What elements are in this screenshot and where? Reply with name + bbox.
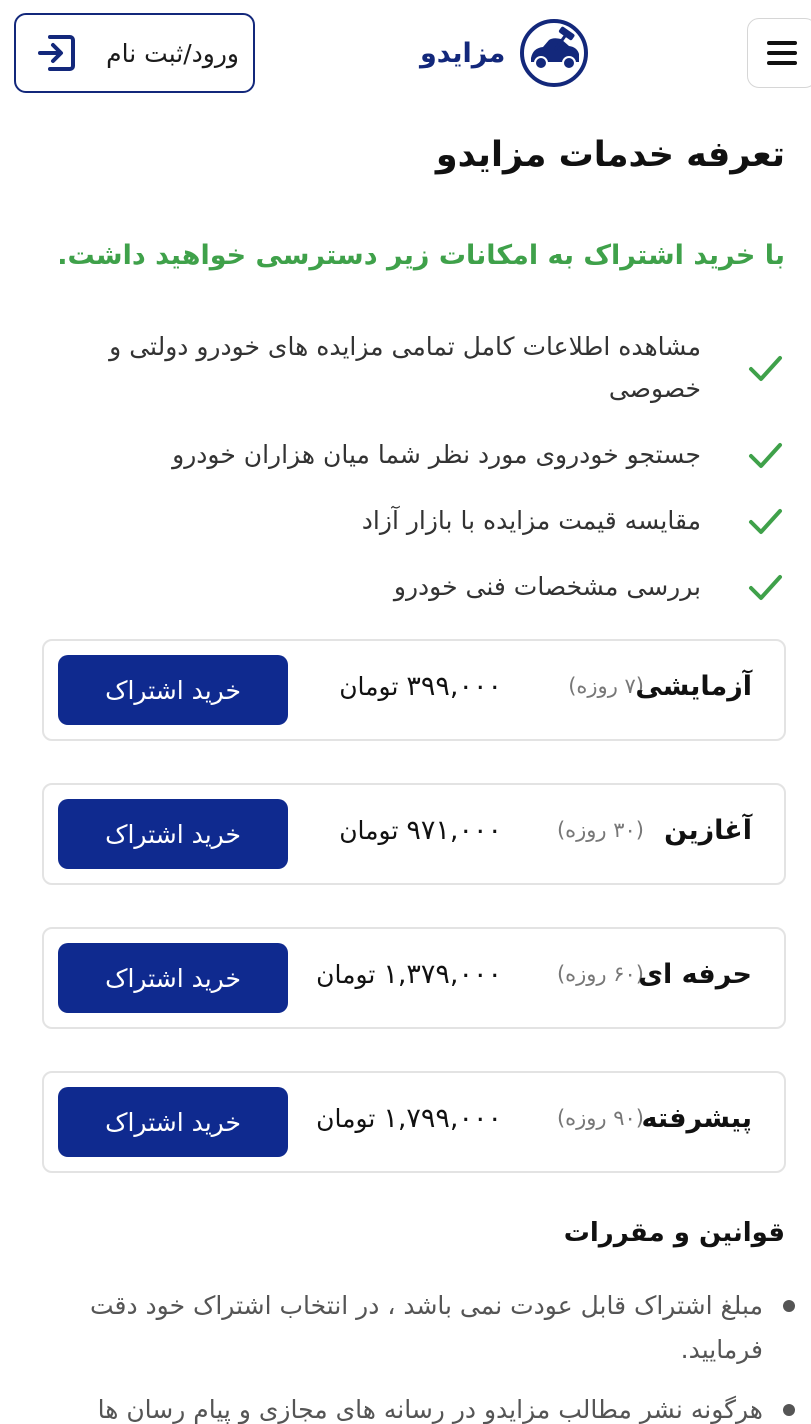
plan-card-advanced: خرید اشتراک ۱,۷۹۹,۰۰۰ تومان (۹۰ روزه) پی… — [42, 1071, 786, 1173]
rule-text: مبلغ اشتراک قابل عودت نمی باشد ، در انتخ… — [89, 1291, 763, 1364]
feature-item: مقایسه قیمت مزایده با بازار آزاد — [85, 500, 785, 542]
plan-card-professional: خرید اشتراک ۱,۳۷۹,۰۰۰ تومان (۶۰ روزه) حر… — [42, 927, 786, 1029]
plan-price: ۹۷۱,۰۰۰ تومان — [339, 815, 502, 846]
bullet-icon — [783, 1404, 795, 1416]
plan-price-amount: ۱,۳۷۹,۰۰۰ — [383, 959, 502, 990]
plan-name: آغازین — [664, 815, 752, 846]
feature-text: مشاهده اطلاعات کامل تمامی مزایده های خود… — [109, 332, 701, 403]
buy-subscription-button[interactable]: خرید اشتراک — [58, 1087, 288, 1157]
plan-currency: تومان — [316, 960, 376, 989]
buy-subscription-button[interactable]: خرید اشتراک — [58, 799, 288, 869]
plan-duration: (۷ روزه) — [568, 674, 644, 698]
subscription-benefits-subtitle: با خرید اشتراک به امکانات زیر دسترسی خوا… — [57, 240, 785, 271]
hamburger-menu-button[interactable] — [747, 18, 811, 88]
login-register-button[interactable]: ورود/ثبت نام — [14, 13, 255, 93]
rule-text: هرگونه نشر مطالب مزایدو در رسانه های مجا… — [97, 1395, 763, 1424]
plan-price: ۱,۷۹۹,۰۰۰ تومان — [316, 1103, 502, 1134]
plan-price-amount: ۳۹۹,۰۰۰ — [406, 671, 502, 702]
plan-card-trial: خرید اشتراک ۳۹۹,۰۰۰ تومان (۷ روزه) آزمای… — [42, 639, 786, 741]
site-logo[interactable]: مزایدو — [420, 18, 589, 88]
plan-price: ۱,۳۷۹,۰۰۰ تومان — [316, 959, 502, 990]
page-title: تعرفه خدمات مزایدو — [435, 135, 785, 175]
feature-item: مشاهده اطلاعات کامل تمامی مزایده های خود… — [85, 326, 785, 410]
buy-subscription-button[interactable]: خرید اشتراک — [58, 655, 288, 725]
plan-currency: تومان — [339, 816, 399, 845]
plan-name: حرفه ای — [638, 959, 752, 990]
feature-text: بررسی مشخصات فنی خودرو — [393, 572, 701, 601]
plan-price-amount: ۹۷۱,۰۰۰ — [406, 815, 502, 846]
plan-price-amount: ۱,۷۹۹,۰۰۰ — [383, 1103, 502, 1134]
plan-duration: (۶۰ روزه) — [556, 962, 644, 986]
plan-name: آزمایشی — [635, 671, 752, 702]
plan-name: پیشرفته — [641, 1103, 752, 1134]
rule-item: مبلغ اشتراک قابل عودت نمی باشد ، در انتخ… — [35, 1284, 795, 1372]
check-icon — [749, 356, 782, 381]
feature-item: بررسی مشخصات فنی خودرو — [85, 566, 785, 608]
bullet-icon — [783, 1300, 795, 1312]
header: ورود/ثبت نام مزایدو — [0, 0, 811, 110]
plan-card-starter: خرید اشتراک ۹۷۱,۰۰۰ تومان (۳۰ روزه) آغاز… — [42, 783, 786, 885]
plan-currency: تومان — [316, 1104, 376, 1133]
plan-duration: (۹۰ روزه) — [556, 1106, 644, 1130]
plan-duration: (۳۰ روزه) — [556, 818, 644, 842]
menu-line — [767, 51, 797, 55]
menu-line — [767, 41, 797, 45]
check-icon — [749, 443, 782, 468]
features-list: مشاهده اطلاعات کامل تمامی مزایده های خود… — [85, 326, 785, 632]
rule-item: هرگونه نشر مطالب مزایدو در رسانه های مجا… — [35, 1388, 795, 1424]
login-arrow-icon — [38, 35, 75, 71]
login-register-label: ورود/ثبت نام — [106, 38, 239, 68]
check-icon — [749, 575, 782, 600]
car-auction-logo-icon — [520, 19, 589, 87]
feature-text: جستجو خودروی مورد نظر شما میان هزاران خو… — [172, 440, 701, 469]
check-icon — [749, 509, 782, 534]
logo-text: مزایدو — [420, 37, 506, 69]
plan-price: ۳۹۹,۰۰۰ تومان — [339, 671, 502, 702]
feature-item: جستجو خودروی مورد نظر شما میان هزاران خو… — [85, 434, 785, 476]
menu-line — [767, 61, 797, 65]
rules-list: مبلغ اشتراک قابل عودت نمی باشد ، در انتخ… — [35, 1284, 795, 1424]
rules-title: قوانین و مقررات — [563, 1218, 785, 1248]
plan-currency: تومان — [339, 672, 399, 701]
buy-subscription-button[interactable]: خرید اشتراک — [58, 943, 288, 1013]
feature-text: مقایسه قیمت مزایده با بازار آزاد — [361, 506, 701, 535]
